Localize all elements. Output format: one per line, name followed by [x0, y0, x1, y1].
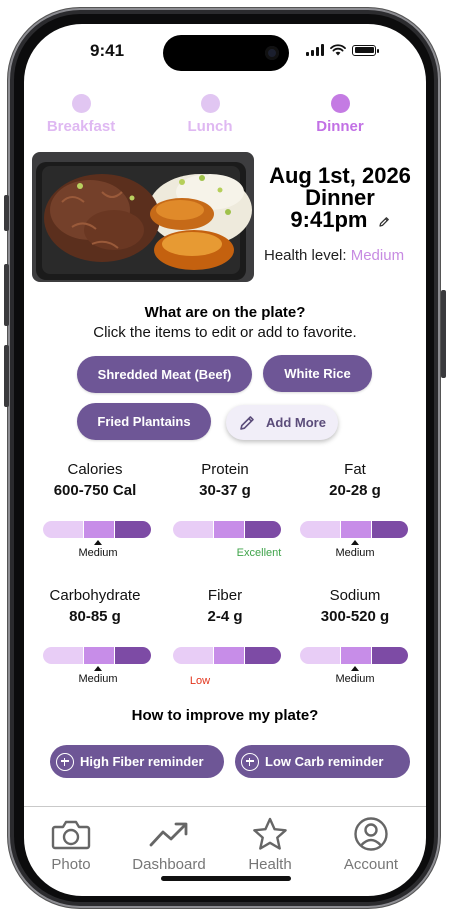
add-more-button[interactable]: Add More	[226, 405, 338, 440]
level-text-carbohydrate: Medium	[78, 673, 118, 685]
level-bar-protein	[173, 521, 281, 538]
nutrient-carbohydrate: Carbohydrate 80-85 g	[30, 587, 160, 625]
food-chip-shredded-meat[interactable]: Shredded Meat (Beef)	[77, 356, 252, 393]
front-camera	[265, 46, 279, 60]
nutrient-protein: Protein 30-37 g	[160, 461, 290, 499]
tab-lunch[interactable]: Lunch	[155, 94, 265, 135]
nav-account[interactable]: Account	[326, 814, 416, 873]
level-text-fat: Medium	[335, 547, 375, 559]
volume-up-button	[4, 264, 9, 326]
nutrient-value: 2-4 g	[207, 608, 243, 625]
nutrient-name: Protein	[201, 461, 249, 478]
nutrient-name: Sodium	[329, 587, 381, 604]
nav-health[interactable]: Health	[225, 814, 315, 873]
nutrient-value: 300-520 g	[320, 608, 390, 625]
star-icon	[225, 814, 315, 854]
power-button	[441, 290, 446, 378]
nav-label: Account	[343, 856, 399, 873]
level-marker	[94, 666, 102, 671]
level-marker	[351, 666, 359, 671]
nav-photo[interactable]: Photo	[26, 814, 116, 873]
meal-type: Dinner	[305, 185, 375, 210]
nutrient-fat: Fat 20-28 g	[290, 461, 420, 499]
wifi-icon	[330, 44, 346, 56]
nav-label: Dashboard	[132, 856, 206, 873]
nutrient-calories: Calories 600-750 Cal	[30, 461, 160, 499]
tab-label: Lunch	[187, 118, 233, 135]
nutrient-value: 80-85 g	[69, 608, 121, 625]
pencil-icon	[240, 415, 254, 430]
nav-dashboard[interactable]: Dashboard	[124, 814, 214, 873]
plate-title: What are on the plate?	[144, 304, 306, 321]
nutrient-sodium: Sodium 300-520 g	[290, 587, 420, 625]
level-bar-fiber	[173, 647, 281, 664]
improve-title: How to improve my plate?	[131, 707, 319, 724]
home-indicator[interactable]	[161, 876, 291, 881]
camera-icon	[26, 814, 116, 854]
action-button	[4, 195, 9, 231]
nav-label: Photo	[51, 856, 91, 873]
level-text-protein: Excellent	[236, 547, 282, 559]
low-carb-reminder-button[interactable]: Low Carb reminder	[235, 745, 410, 778]
level-text-sodium: Medium	[335, 673, 375, 685]
plus-circle-icon	[241, 752, 259, 771]
account-icon	[326, 814, 416, 854]
level-text-fiber: Low	[189, 675, 211, 687]
status-bar: 9:41	[24, 24, 426, 78]
tab-label: Breakfast	[46, 118, 116, 135]
dynamic-island	[163, 35, 289, 71]
plate-subtitle: Click the items to edit or add to favori…	[93, 324, 357, 341]
nutrient-value: 20-28 g	[329, 482, 381, 499]
app-screen: 9:41 Breakfast Lunch Dinner Aug 1st, 202…	[24, 24, 426, 896]
tab-dot	[71, 94, 91, 113]
meal-date: Aug 1st, 2026	[269, 163, 411, 188]
status-icons	[306, 43, 379, 57]
cellular-signal-icon	[306, 44, 324, 56]
add-more-label: Add More	[266, 415, 326, 430]
plus-circle-icon	[56, 752, 74, 771]
nutrient-value: 600-750 Cal	[53, 482, 137, 499]
tab-dot	[200, 94, 220, 113]
tab-dot	[330, 94, 350, 113]
nutrient-name: Carbohydrate	[49, 587, 141, 604]
nutrient-value: 30-37 g	[199, 482, 251, 499]
nutrient-name: Fiber	[207, 587, 243, 604]
health-level: Health level: Medium	[264, 247, 404, 264]
meal-time: 9:41pm	[290, 207, 368, 232]
level-bar-carbohydrate	[43, 647, 151, 664]
nutrient-name: Fat	[344, 461, 366, 478]
status-time: 9:41	[90, 41, 125, 60]
tab-breakfast[interactable]: Breakfast	[26, 94, 136, 135]
food-chip-white-rice[interactable]: White Rice	[263, 355, 372, 392]
tab-label: Dinner	[316, 118, 364, 135]
food-chip-fried-plantains[interactable]: Fried Plantains	[77, 403, 211, 440]
nutrient-name: Calories	[67, 461, 123, 478]
meal-photo[interactable]	[32, 152, 254, 282]
meal-time-row: 9:41pm	[260, 209, 420, 232]
pencil-icon[interactable]	[378, 210, 390, 232]
level-text-calories: Medium	[78, 547, 118, 559]
volume-down-button	[4, 345, 9, 407]
level-bar-sodium	[300, 647, 408, 664]
level-bar-fat	[300, 521, 408, 538]
tab-dinner[interactable]: Dinner	[285, 94, 395, 135]
meal-header: Aug 1st, 2026 Dinner 9:41pm	[260, 165, 420, 232]
battery-icon	[352, 44, 379, 56]
health-label: Health level:	[264, 247, 347, 264]
high-fiber-reminder-button[interactable]: High Fiber reminder	[50, 745, 224, 778]
nutrient-fiber: Fiber 2-4 g	[160, 587, 290, 625]
reminder-label: High Fiber reminder	[80, 754, 204, 769]
reminder-label: Low Carb reminder	[265, 754, 384, 769]
level-marker	[94, 540, 102, 545]
level-bar-calories	[43, 521, 151, 538]
trend-icon	[124, 814, 214, 854]
level-marker	[351, 540, 359, 545]
nav-label: Health	[248, 856, 292, 873]
nav-divider	[24, 806, 426, 807]
health-value: Medium	[350, 247, 405, 264]
